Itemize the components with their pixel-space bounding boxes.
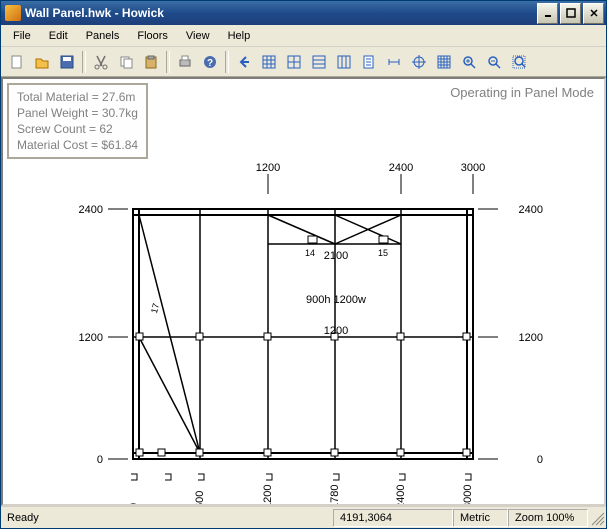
member-label-15: 15 xyxy=(378,248,388,258)
menu-edit[interactable]: Edit xyxy=(41,28,76,44)
dim-bot-1200: 1200 xyxy=(262,485,274,506)
crosshair-button[interactable] xyxy=(407,50,431,74)
menu-panels[interactable]: Panels xyxy=(78,28,128,44)
dim-left-0: 0 xyxy=(97,454,103,466)
zoom-fit-button[interactable] xyxy=(507,50,531,74)
status-coords: 4191,3064 xyxy=(333,509,453,527)
status-bar: Ready 4191,3064 Metric Zoom 100% xyxy=(1,506,606,528)
grid4-button[interactable] xyxy=(332,50,356,74)
grid2-button[interactable] xyxy=(282,50,306,74)
status-units[interactable]: Metric xyxy=(453,509,508,527)
minimize-button[interactable] xyxy=(537,3,558,24)
status-ready: Ready xyxy=(1,512,111,524)
dim-left-2400: 2400 xyxy=(79,204,103,216)
info-total-material: Total Material = 27.6m xyxy=(17,89,138,105)
dim-left-1200: 1200 xyxy=(79,332,103,344)
dim-1200-inner: 1200 xyxy=(324,325,348,337)
app-icon xyxy=(5,5,21,21)
dim-right-1200: 1200 xyxy=(519,332,543,344)
grid5-button[interactable] xyxy=(432,50,456,74)
cut-button[interactable] xyxy=(89,50,113,74)
help-button[interactable]: ? xyxy=(198,50,222,74)
title-bar[interactable]: Wall Panel.hwk - Howick xyxy=(1,1,606,25)
grid3-button[interactable] xyxy=(307,50,331,74)
dimension-button[interactable] xyxy=(382,50,406,74)
svg-text:?: ? xyxy=(207,58,213,69)
grid1-button[interactable] xyxy=(257,50,281,74)
toolbar-separator xyxy=(225,51,229,73)
toolbar-separator xyxy=(166,51,170,73)
menu-file[interactable]: File xyxy=(5,28,39,44)
menu-bar: File Edit Panels Floors View Help xyxy=(1,25,606,47)
info-panel: Total Material = 27.6m Panel Weight = 30… xyxy=(7,83,148,159)
dim-opening: 900h 1200w xyxy=(306,294,366,306)
drawing-canvas[interactable]: Total Material = 27.6m Panel Weight = 30… xyxy=(1,77,606,506)
dim-top-1200: 1200 xyxy=(256,162,280,174)
dim-top-2400: 2400 xyxy=(389,162,413,174)
copy-button[interactable] xyxy=(114,50,138,74)
arrow-left-button[interactable] xyxy=(232,50,256,74)
zoom-in-button[interactable] xyxy=(457,50,481,74)
member-label-17: 17 xyxy=(149,302,161,314)
info-panel-weight: Panel Weight = 30.7kg xyxy=(17,105,138,121)
document-icon[interactable] xyxy=(357,50,381,74)
dim-bot-1780: 1780 xyxy=(329,485,341,506)
info-material-cost: Material Cost = $61.84 xyxy=(17,137,138,153)
open-button[interactable] xyxy=(30,50,54,74)
save-button[interactable] xyxy=(55,50,79,74)
dim-bot-2400: 2400 xyxy=(395,485,407,506)
maximize-button[interactable] xyxy=(560,3,581,24)
resize-grip[interactable] xyxy=(588,509,606,527)
dim-top-3000: 3000 xyxy=(461,162,485,174)
zoom-out-button[interactable] xyxy=(482,50,506,74)
dim-right-0: 0 xyxy=(537,454,543,466)
new-button[interactable] xyxy=(5,50,29,74)
window-title: Wall Panel.hwk - Howick xyxy=(25,6,537,20)
paste-button[interactable] xyxy=(139,50,163,74)
member-label-14: 14 xyxy=(305,248,315,258)
menu-help[interactable]: Help xyxy=(220,28,259,44)
print-button[interactable] xyxy=(173,50,197,74)
status-zoom[interactable]: Zoom 100% xyxy=(508,509,588,527)
mode-label: Operating in Panel Mode xyxy=(450,85,594,100)
dim-right-2400: 2400 xyxy=(519,204,543,216)
app-window: Wall Panel.hwk - Howick File Edit Panels… xyxy=(0,0,607,529)
dim-2100: 2100 xyxy=(324,250,348,262)
tool-bar: ? xyxy=(1,47,606,77)
dim-bot-3000: 3000 xyxy=(462,485,474,506)
toolbar-separator xyxy=(82,51,86,73)
close-button[interactable] xyxy=(583,3,604,24)
dim-bot-0: 0 xyxy=(128,503,140,506)
info-screw-count: Screw Count = 62 xyxy=(17,121,138,137)
menu-view[interactable]: View xyxy=(178,28,218,44)
dim-bot-600: 600 xyxy=(194,491,206,506)
menu-floors[interactable]: Floors xyxy=(129,28,176,44)
